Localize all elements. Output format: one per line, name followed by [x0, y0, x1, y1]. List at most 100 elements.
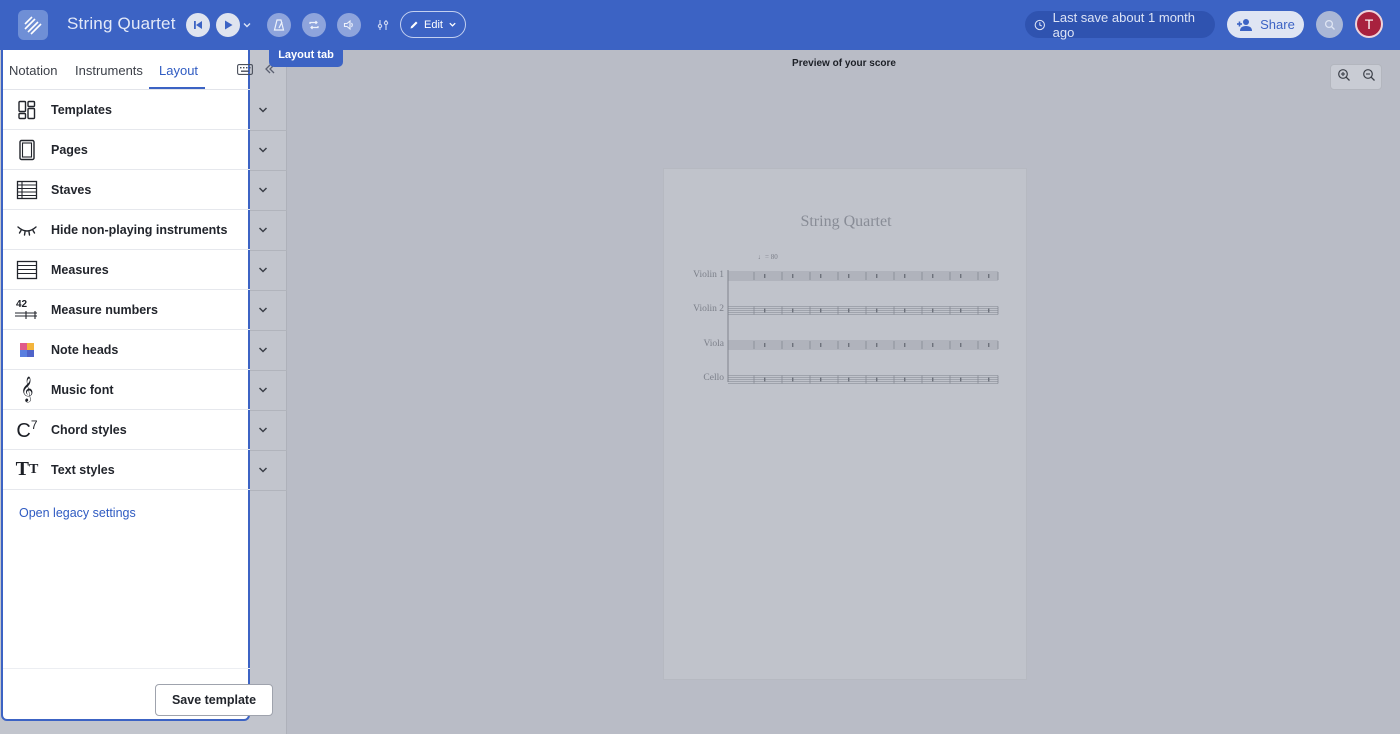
tab-instruments[interactable]: Instruments — [75, 63, 143, 78]
panel-tabs: Notation Instruments Layout — [3, 50, 253, 90]
rest-mark — [848, 377, 850, 382]
rest-mark — [988, 343, 990, 347]
measure-numbers-icon: 42 — [15, 298, 37, 319]
row-divider — [250, 130, 287, 131]
rewind-button[interactable] — [186, 13, 210, 37]
rest-mark — [764, 377, 766, 382]
metronome-button[interactable] — [267, 13, 291, 37]
rest-mark — [876, 274, 878, 278]
rest-mark — [988, 274, 990, 278]
score-page[interactable]: String Quartet ♩= 80 Violin 1 Violin 2 V… — [663, 168, 1027, 680]
save-template-button[interactable]: Save template — [155, 684, 273, 716]
rest-mark — [960, 343, 962, 347]
section-text-styles[interactable]: TT Text styles — [3, 450, 250, 490]
mixer-button[interactable] — [337, 13, 361, 37]
section-label: Pages — [51, 142, 88, 157]
rest-mark — [848, 308, 850, 313]
rest-mark — [792, 274, 794, 278]
search-icon — [1324, 19, 1335, 30]
section-label: Text styles — [51, 462, 115, 477]
open-legacy-settings-link[interactable]: Open legacy settings — [19, 506, 136, 520]
score-page-title: String Quartet — [800, 213, 892, 230]
edit-mode-dropdown[interactable]: Edit — [400, 11, 466, 38]
section-pages[interactable]: Pages — [3, 130, 250, 170]
section-hide-non-playing-instruments[interactable]: Hide non-playing instruments — [3, 210, 250, 250]
rest-mark — [932, 343, 934, 347]
section-label: Music font — [51, 382, 114, 397]
rest-mark — [792, 343, 794, 347]
section-chevron-down-icon[interactable] — [252, 180, 274, 200]
preview-label: Preview of your score — [792, 58, 896, 69]
save-status-text: Last save about 1 month ago — [1052, 9, 1195, 40]
search-button[interactable] — [1316, 11, 1343, 38]
instrument-name-violin-1: Violin 1 — [693, 270, 724, 280]
section-chevron-down-icon[interactable] — [252, 340, 274, 360]
share-button[interactable]: Share — [1227, 11, 1304, 38]
instrument-name-viola: Viola — [703, 339, 724, 349]
score-title[interactable]: String Quartet — [67, 14, 176, 34]
section-measure-numbers[interactable]: 42 Measure numbers — [3, 290, 250, 330]
loop-button[interactable] — [302, 13, 326, 37]
tuning-icon[interactable] — [373, 15, 393, 35]
rest-mark — [988, 377, 990, 382]
rest-mark — [820, 274, 822, 278]
play-button[interactable] — [216, 13, 240, 37]
section-label: Measures — [51, 262, 109, 277]
section-chevron-down-icon[interactable] — [252, 460, 274, 480]
instrument-name-violin-2: Violin 2 — [693, 304, 724, 314]
section-label: Note heads — [51, 342, 119, 357]
rest-mark — [876, 308, 878, 313]
metronome-icon — [273, 19, 285, 31]
zoom-out-icon[interactable] — [1362, 68, 1376, 87]
section-templates[interactable]: Templates — [3, 90, 250, 130]
rest-mark — [904, 377, 906, 382]
rest-mark — [764, 274, 766, 278]
avatar[interactable]: T — [1355, 10, 1383, 38]
rest-mark — [960, 308, 962, 313]
rest-mark — [876, 343, 878, 347]
pencil-icon — [410, 21, 418, 28]
section-chevron-down-icon[interactable] — [252, 140, 274, 160]
rest-mark — [764, 343, 766, 347]
edit-mode-label: Edit — [424, 18, 443, 31]
tab-layout[interactable]: Layout — [159, 63, 198, 78]
rest-mark — [848, 274, 850, 278]
row-divider — [250, 290, 287, 291]
section-label: Chord styles — [51, 422, 127, 437]
measures-icon — [3, 250, 51, 290]
active-tab-indicator — [149, 87, 205, 89]
play-options-chevron-down-icon[interactable] — [240, 15, 254, 35]
loop-icon — [309, 20, 319, 30]
rewind-icon — [194, 21, 202, 29]
section-note-heads[interactable]: Note heads — [3, 330, 250, 370]
closed-eye-icon — [3, 210, 51, 250]
row-divider — [250, 410, 287, 411]
chord-icon: C7 — [16, 417, 38, 443]
app-logo-icon[interactable] — [18, 10, 48, 40]
section-music-font[interactable]: 𝄞 Music font — [3, 370, 250, 410]
share-label: Share — [1260, 17, 1295, 32]
text-styles-icon: TT — [15, 458, 39, 480]
section-staves[interactable]: Staves — [3, 170, 250, 210]
row-divider — [250, 370, 287, 371]
section-chevron-down-icon[interactable] — [252, 380, 274, 400]
score-staves — [727, 270, 999, 384]
section-chord-styles[interactable]: C7 Chord styles — [3, 410, 250, 450]
section-chevron-down-icon[interactable] — [252, 420, 274, 440]
section-label: Templates — [51, 102, 112, 117]
rest-mark — [792, 377, 794, 382]
layout-tab-tooltip: Layout tab — [269, 43, 343, 67]
section-chevron-down-icon[interactable] — [252, 100, 274, 120]
section-label: Measure numbers — [51, 302, 158, 317]
tab-notation[interactable]: Notation — [9, 63, 57, 78]
save-status[interactable]: Last save about 1 month ago — [1025, 9, 1215, 40]
section-chevron-down-icon[interactable] — [252, 220, 274, 240]
section-chevron-down-icon[interactable] — [252, 300, 274, 320]
section-measures[interactable]: Measures — [3, 250, 250, 290]
tempo-marking: ♩= 80 — [758, 253, 778, 261]
instrument-name-cello: Cello — [703, 373, 724, 383]
keyboard-icon[interactable] — [237, 62, 253, 76]
section-chevron-down-icon[interactable] — [252, 260, 274, 280]
zoom-in-icon[interactable] — [1337, 68, 1351, 87]
rest-mark — [932, 377, 934, 382]
